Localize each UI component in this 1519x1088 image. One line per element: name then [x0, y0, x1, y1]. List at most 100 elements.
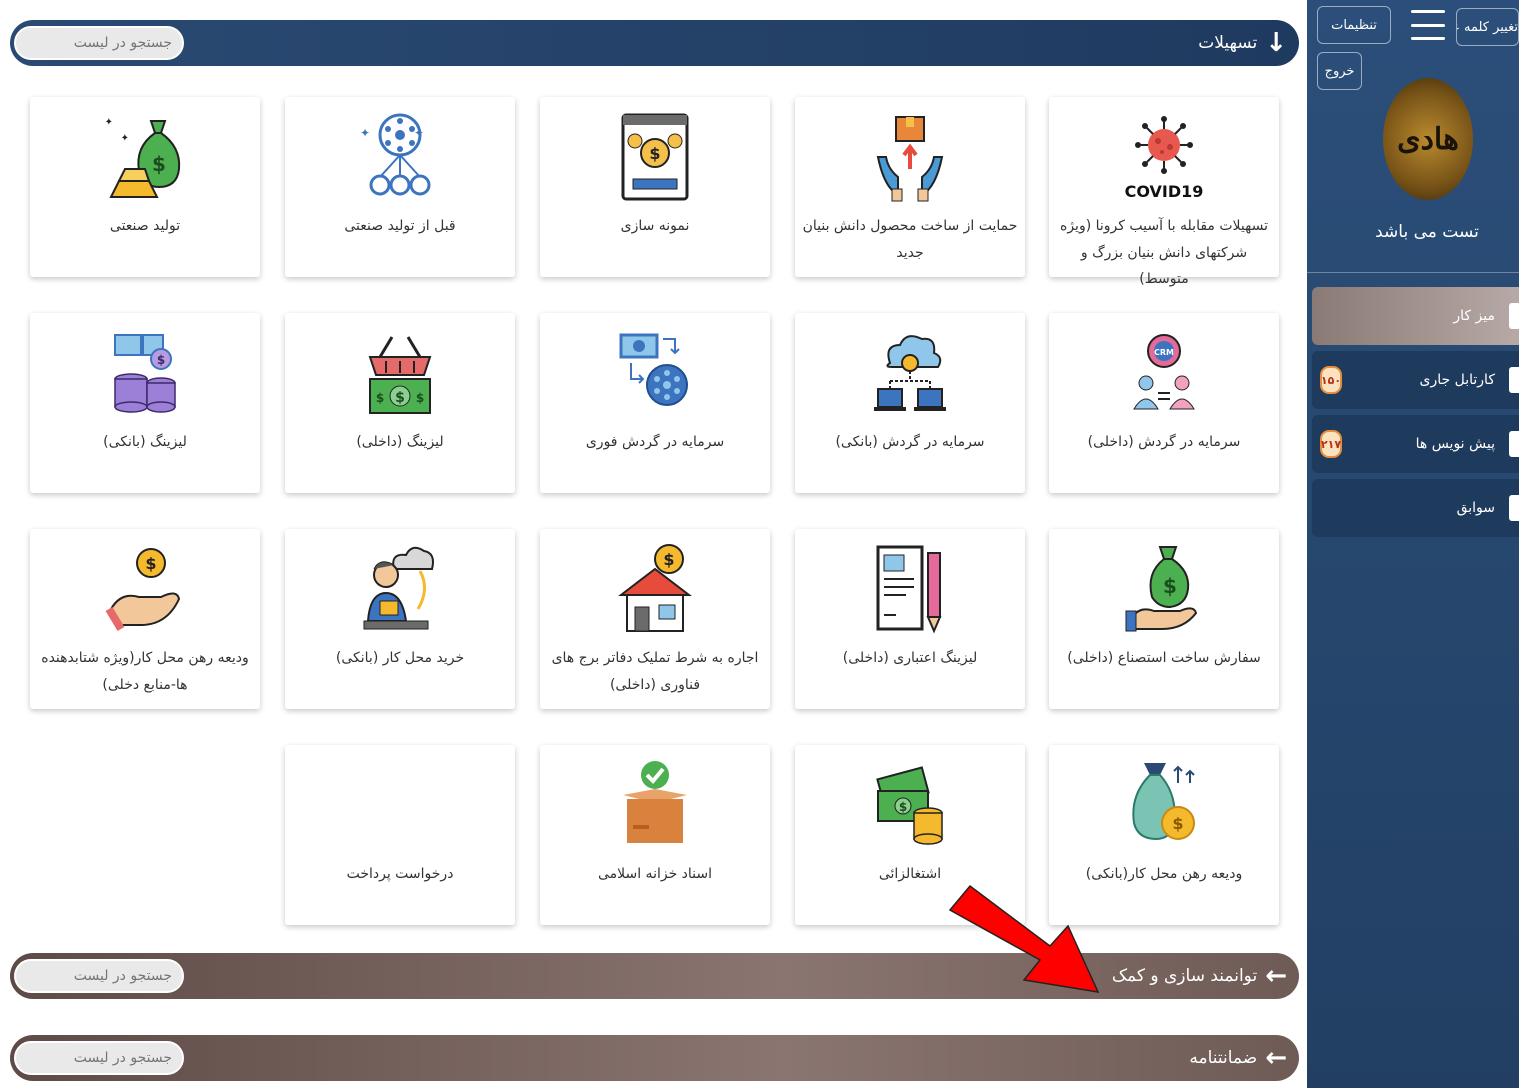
card-corona[interactable]: COVID19 تسهیلات مقابله با آسیب کرونا (وی… [1049, 97, 1279, 287]
sidebar: تغییر کلمه عبور تنظیمات خروج هادی تست می… [1307, 0, 1519, 1088]
card-label: تولید صنعتی [109, 218, 181, 234]
guarantee-search-input[interactable] [14, 1041, 184, 1075]
hand-coin-icon: $ [105, 539, 185, 635]
empowerment-title-group[interactable]: ← توانمند سازی و کمک [1112, 963, 1287, 989]
card-islamic-treasury[interactable]: اسناد خزانه اسلامی [540, 745, 770, 925]
card-label: لیزینگ (بانکی) [103, 434, 187, 450]
svg-text:$: $ [649, 144, 660, 163]
card-label: نمونه سازی [620, 218, 690, 234]
cash-flow-icon [615, 323, 695, 419]
organization-logo: هادی [1383, 78, 1473, 200]
card-wc-bank[interactable]: سرمایه در گردش (بانکی) [795, 313, 1025, 493]
svg-text:✦: ✦ [121, 133, 129, 144]
facilities-title-group[interactable]: ↓ تسهیلات [1198, 30, 1287, 56]
svg-text:$: $ [663, 550, 674, 569]
card-label: سرمایه در گردش (بانکی) [835, 434, 985, 450]
card-label: خرید محل کار (بانکی) [335, 650, 465, 666]
nav-item-desk[interactable]: میز کار [1312, 287, 1519, 345]
empowerment-title: توانمند سازی و کمک [1111, 966, 1258, 986]
svg-text:$: $ [157, 353, 165, 367]
svg-text:$: $ [152, 152, 166, 176]
desk-icon [1509, 303, 1519, 329]
nav-item-history[interactable]: سوابق [1312, 479, 1519, 537]
svg-text:✦: ✦ [105, 117, 113, 128]
money-bag-coin-icon: $ [1124, 755, 1204, 851]
nav-label: کارتابل جاری [1419, 372, 1495, 388]
cash-coins-icon: $ [870, 755, 950, 851]
card-wc-instant[interactable]: سرمایه در گردش فوری [540, 313, 770, 493]
divider [1307, 272, 1519, 273]
guarantee-title: ضمانتنامه [1189, 1048, 1258, 1068]
settings-button[interactable]: تنظیمات [1317, 6, 1391, 44]
svg-text:$: $ [416, 391, 424, 405]
cloud-network-icon [870, 323, 950, 419]
card-label: لیزینگ (داخلی) [356, 434, 444, 450]
card-label: درخواست پرداخت [346, 866, 454, 882]
card-label: سرمایه در گردش (داخلی) [1087, 434, 1241, 450]
cartable-icon [1509, 367, 1519, 393]
card-label: لیزینگ اعتباری (داخلی) [842, 650, 978, 666]
card-label: سفارش ساخت استصناع (داخلی) [1067, 650, 1261, 666]
facilities-search-input[interactable] [14, 26, 184, 60]
drafts-icon [1509, 431, 1519, 457]
history-icon [1509, 495, 1519, 521]
svg-text:$: $ [145, 554, 156, 573]
guarantee-header[interactable]: ← ضمانتنامه [10, 1035, 1299, 1081]
arrow-left-icon: ← [1265, 961, 1287, 991]
card-istisna[interactable]: $ سفارش ساخت استصناع (داخلی) [1049, 529, 1279, 709]
money-bag-gold-icon: $ ✦ ✦ [105, 107, 185, 203]
card-workplace-purchase[interactable]: خرید محل کار (بانکی) [285, 529, 515, 709]
change-password-button[interactable]: تغییر کلمه عبور [1456, 8, 1519, 46]
svg-text:$: $ [395, 390, 405, 406]
logo-text: هادی [1397, 121, 1459, 157]
hamburger-menu-icon[interactable] [1411, 10, 1445, 40]
card-label: اجاره به شرط تملیک دفاتر برج های فناوری … [551, 650, 759, 693]
svg-text:$: $ [376, 391, 384, 405]
blank-icon [360, 755, 440, 851]
card-payment-request[interactable]: درخواست پرداخت [285, 745, 515, 925]
count-badge: ۲۱۷ [1320, 430, 1342, 458]
nav-label: پیش نویس ها [1415, 436, 1495, 452]
card-deposit-accelerators[interactable]: $ ودیعه رهن محل کار(ویژه شتابدهنده ها-من… [30, 529, 260, 709]
card-industrial[interactable]: $ ✦ ✦ تولید صنعتی [30, 97, 260, 277]
guarantee-title-group[interactable]: ← ضمانتنامه [1189, 1045, 1287, 1071]
nav-item-drafts[interactable]: پیش نویس ها ۲۱۷ [1312, 415, 1519, 473]
crm-gear-icon: CRM [1124, 323, 1204, 419]
basket-cash-icon: $ $ $ [360, 323, 440, 419]
card-prototype[interactable]: $ نمونه سازی [540, 97, 770, 277]
box-check-icon [615, 755, 695, 851]
svg-text:$: $ [1172, 814, 1183, 833]
nav-item-current-cartable[interactable]: کارتابل جاری ۱۵۰ [1312, 351, 1519, 409]
card-label: قبل از تولید صنعتی [344, 218, 456, 234]
hand-money-bag-icon: $ [1124, 539, 1204, 635]
card-credit-leasing[interactable]: لیزینگ اعتباری (داخلی) [795, 529, 1025, 709]
card-new-product[interactable]: حمایت از ساخت محصول دانش بنیان جدید [795, 97, 1025, 277]
logout-button[interactable]: خروج [1317, 52, 1362, 90]
svg-text:$: $ [1163, 574, 1177, 598]
covid19-icon: COVID19 [1124, 107, 1204, 203]
coins-stack-icon: $ [105, 323, 185, 419]
card-label: حمایت از ساخت محصول دانش بنیان جدید [802, 218, 1018, 261]
card-label: ودیعه رهن محل کار(ویژه شتابدهنده ها-مناب… [41, 650, 249, 693]
nav-label: میز کار [1453, 308, 1495, 324]
arrow-down-icon: ↓ [1265, 28, 1287, 58]
card-label: اشتغالزائی [878, 866, 942, 882]
annotation-arrow-icon [948, 884, 1100, 993]
empowerment-search-input[interactable] [14, 959, 184, 993]
facilities-title: تسهیلات [1198, 33, 1258, 53]
svg-text:✦: ✦ [414, 126, 424, 140]
card-label: سرمایه در گردش فوری [585, 434, 725, 450]
card-wc-internal[interactable]: CRM سرمایه در گردش (داخلی) [1049, 313, 1279, 493]
card-lease-to-own[interactable]: $ اجاره به شرط تملیک دفاتر برج های فناور… [540, 529, 770, 709]
arrow-left-icon: ← [1265, 1043, 1287, 1073]
card-leasing-bank[interactable]: $ لیزینگ (بانکی) [30, 313, 260, 493]
card-pre-industrial[interactable]: ✦ ✦ قبل از تولید صنعتی [285, 97, 515, 277]
worker-cloud-icon [360, 539, 440, 635]
svg-text:CRM: CRM [1154, 348, 1174, 357]
facilities-header[interactable]: ↓ تسهیلات [10, 20, 1299, 66]
document-pencil-icon [870, 539, 950, 635]
card-leasing-internal[interactable]: $ $ $ لیزینگ (داخلی) [285, 313, 515, 493]
house-coin-icon: $ [615, 539, 695, 635]
product-hands-icon [870, 107, 950, 203]
card-label: اسناد خزانه اسلامی [597, 866, 713, 882]
